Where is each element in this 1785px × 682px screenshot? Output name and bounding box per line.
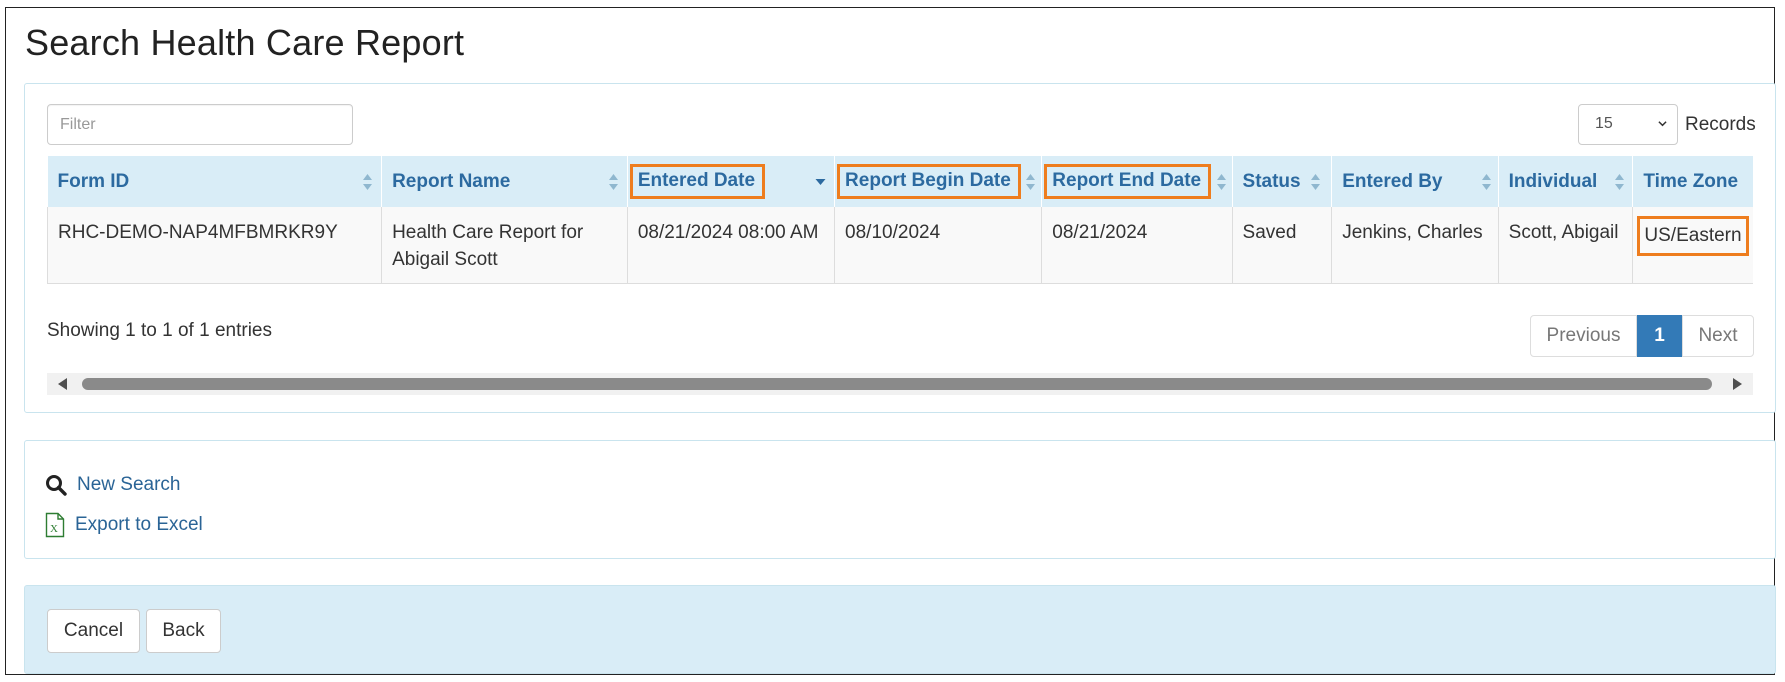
sort-both-icon xyxy=(363,174,373,190)
column-header-form-id[interactable]: Form ID xyxy=(47,156,382,207)
back-button[interactable]: Back xyxy=(146,609,221,653)
search-icon xyxy=(46,475,67,496)
cell-entered-date: 08/21/2024 08:00 AM xyxy=(626,207,835,284)
scroll-right-arrow-icon[interactable] xyxy=(1733,378,1742,390)
column-header-report-begin-date[interactable]: Report Begin Date xyxy=(834,156,1042,207)
pagination: Previous 1 Next xyxy=(1530,315,1754,357)
highlight-box: Entered Date xyxy=(629,164,766,199)
column-header-label: Entered By xyxy=(1342,170,1443,192)
column-header-report-end-date[interactable]: Report End Date xyxy=(1041,156,1233,207)
svg-text:X: X xyxy=(50,523,58,535)
scrollbar-thumb[interactable] xyxy=(82,378,1712,390)
pagination-info: Showing 1 to 1 of 1 entries xyxy=(47,320,272,341)
highlight-box: Report Begin Date xyxy=(837,164,1021,199)
column-header-entered-by[interactable]: Entered By xyxy=(1331,156,1499,207)
table-header-row: Form ID Report Name Entered Date Report … xyxy=(47,156,1753,207)
new-search-label: New Search xyxy=(77,474,181,495)
column-header-label: Form ID xyxy=(57,170,130,192)
page-title: Search Health Care Report xyxy=(25,22,465,63)
records-label: Records xyxy=(1685,114,1756,135)
footer-panel: Cancel Back xyxy=(24,585,1776,674)
previous-page-button[interactable]: Previous xyxy=(1530,315,1637,357)
column-header-entered-date[interactable]: Entered Date xyxy=(626,156,835,207)
table-row[interactable]: RHC-DEMO-NAP4MFBMRKR9Y Health Care Repor… xyxy=(46,207,1753,284)
cell-time-zone-value: US/Eastern xyxy=(1644,225,1742,246)
results-panel: 15 Records Form ID Report Name xyxy=(24,83,1776,413)
column-header-label: Entered Date xyxy=(637,170,756,191)
column-header-label: Report End Date xyxy=(1052,170,1202,191)
column-header-label: Report Begin Date xyxy=(845,170,1011,191)
sort-both-icon xyxy=(1311,174,1321,190)
excel-file-icon: X xyxy=(45,512,65,538)
highlight-box: US/Eastern xyxy=(1637,216,1749,256)
actions-panel: New Search X Export to Excel xyxy=(24,440,1776,559)
next-page-button[interactable]: Next xyxy=(1682,315,1754,357)
cell-entered-by: Jenkins, Charles xyxy=(1331,207,1499,284)
column-header-label: Time Zone xyxy=(1643,170,1739,192)
cell-individual: Scott, Abigail xyxy=(1497,207,1633,284)
column-header-status[interactable]: Status xyxy=(1231,156,1332,207)
column-header-label: Individual xyxy=(1508,170,1598,192)
cell-form-id: RHC-DEMO-NAP4MFBMRKR9Y xyxy=(46,207,382,284)
column-header-label: Status xyxy=(1242,170,1301,192)
export-to-excel-label: Export to Excel xyxy=(75,514,203,535)
results-table: Form ID Report Name Entered Date Report … xyxy=(46,156,1753,284)
export-to-excel-link[interactable]: X Export to Excel xyxy=(45,512,203,538)
new-search-link[interactable]: New Search xyxy=(45,474,181,496)
records-per-page-select[interactable]: 15 xyxy=(1578,104,1678,145)
sort-both-icon xyxy=(1026,174,1036,190)
column-header-report-name[interactable]: Report Name xyxy=(381,156,628,207)
highlight-box: Report End Date xyxy=(1044,164,1212,199)
column-header-time-zone[interactable]: Time Zone xyxy=(1632,156,1753,207)
sort-desc-icon xyxy=(815,179,826,185)
cell-time-zone: US/Eastern xyxy=(1632,207,1753,284)
cell-report-end-date: 08/21/2024 xyxy=(1041,207,1233,284)
page-frame: Search Health Care Report 15 Records For… xyxy=(5,7,1776,675)
scroll-left-arrow-icon[interactable] xyxy=(58,378,67,390)
sort-both-icon xyxy=(608,174,618,190)
sort-both-icon xyxy=(1615,174,1625,190)
column-header-individual[interactable]: Individual xyxy=(1497,156,1633,207)
sort-both-icon xyxy=(1216,174,1226,190)
chevron-down-icon xyxy=(1658,121,1667,127)
cell-report-begin-date: 08/10/2024 xyxy=(834,207,1042,284)
column-header-label: Report Name xyxy=(392,170,511,192)
horizontal-scrollbar[interactable] xyxy=(47,373,1753,395)
filter-input[interactable] xyxy=(47,104,353,145)
sort-both-icon xyxy=(1481,174,1491,190)
cell-report-name: Health Care Report for Abigail Scott xyxy=(381,207,628,284)
cancel-button[interactable]: Cancel xyxy=(47,609,140,653)
cell-status: Saved xyxy=(1231,207,1332,284)
records-per-page-value: 15 xyxy=(1595,115,1613,132)
page-number-button[interactable]: 1 xyxy=(1637,315,1682,357)
